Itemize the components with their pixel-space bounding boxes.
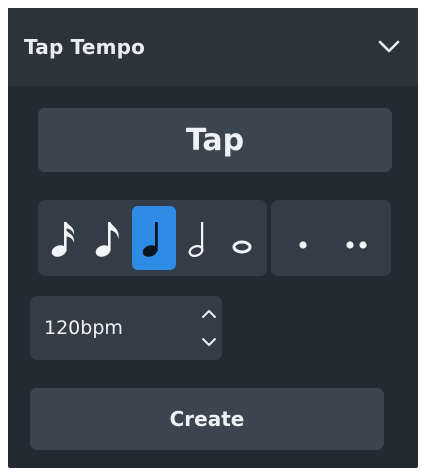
panel-title: Tap Tempo xyxy=(24,35,146,59)
tap-button[interactable]: Tap xyxy=(38,108,392,172)
note-button-half[interactable] xyxy=(178,206,222,270)
note-button-eighth[interactable] xyxy=(86,206,130,270)
tempo-stepper xyxy=(198,302,220,354)
tempo-field xyxy=(30,296,222,360)
tap-tempo-panel: Tap Tempo Tap 120bpm Create xyxy=(8,8,418,468)
chevron-down-icon[interactable] xyxy=(198,330,220,354)
half-note-icon xyxy=(188,222,204,257)
double-dot-icon xyxy=(346,241,367,249)
chevron-down-icon[interactable] xyxy=(376,34,402,60)
dot-button-single[interactable] xyxy=(281,206,325,270)
dot-button-double[interactable] xyxy=(335,206,379,270)
note-button-whole[interactable] xyxy=(220,206,264,270)
tap-button-label: Tap xyxy=(185,122,245,158)
quarter-note-icon xyxy=(142,222,158,257)
note-value-group xyxy=(38,200,267,276)
chevron-up-icon[interactable] xyxy=(198,302,220,326)
whole-note-icon xyxy=(232,240,252,254)
tempo-input[interactable] xyxy=(44,314,184,342)
panel-header[interactable]: Tap Tempo xyxy=(8,8,418,86)
create-button-label: Create xyxy=(169,407,245,431)
dot-option-group xyxy=(271,200,391,276)
sixteenth-note-icon xyxy=(51,222,75,257)
eighth-note-icon xyxy=(95,222,119,257)
note-button-quarter[interactable] xyxy=(132,206,176,270)
create-button[interactable]: Create xyxy=(30,388,384,450)
single-dot-icon xyxy=(299,241,307,249)
note-button-sixteenth[interactable] xyxy=(42,206,86,270)
